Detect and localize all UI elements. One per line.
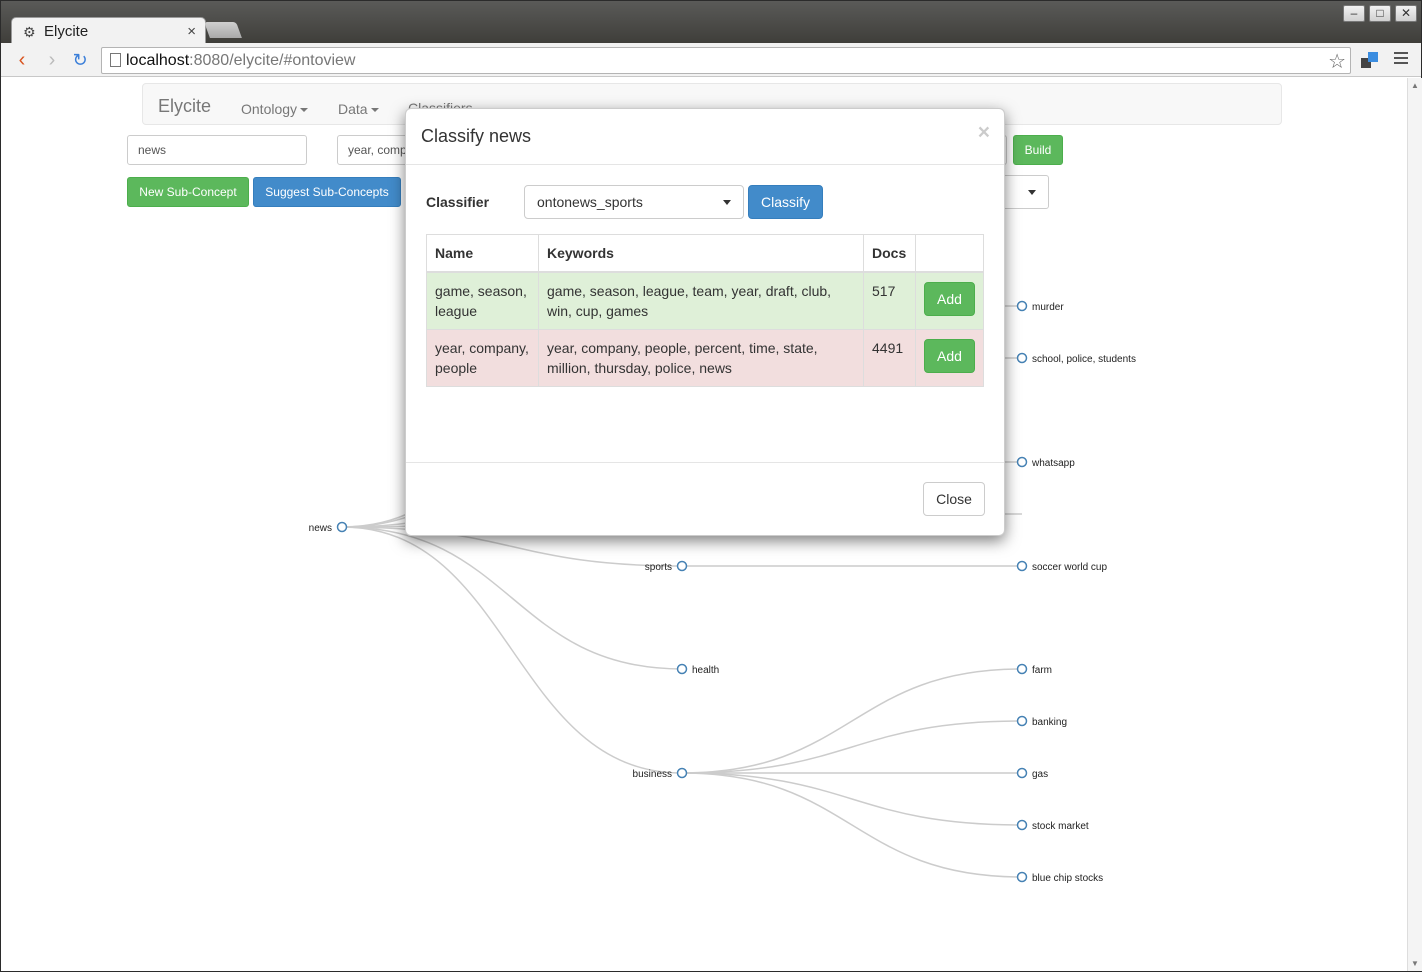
forward-icon[interactable]: ›: [40, 48, 64, 72]
new-tab-button[interactable]: [204, 22, 242, 38]
minimize-button[interactable]: –: [1343, 5, 1365, 22]
bookmark-star-icon[interactable]: ☆: [1328, 49, 1346, 74]
row-keywords: game, season, league, team, year, draft,…: [538, 271, 864, 330]
column-header-action: [915, 234, 984, 273]
scroll-up-icon[interactable]: ▲: [1411, 81, 1419, 90]
tab-favicon-icon: ⚙: [23, 24, 36, 40]
browser-window: ⚙ Elycite × – □ ✕ ‹ › ↻ localhost:8080/e…: [0, 0, 1422, 972]
url-path: :8080/elycite/#ontoview: [189, 52, 356, 69]
table-row: year, company, people year, company, peo…: [426, 329, 984, 387]
tab-title: Elycite: [44, 23, 89, 40]
classifier-label: Classifier: [426, 194, 490, 210]
classify-button[interactable]: Classify: [748, 185, 823, 219]
table-row: game, season, league game, season, leagu…: [426, 271, 984, 330]
page-viewport: news sports health business murder school, po…: [1, 78, 1407, 971]
tab-close-icon[interactable]: ×: [187, 23, 196, 40]
row-action-cell: Add: [915, 271, 984, 330]
page-icon: [110, 53, 121, 67]
row-keywords: year, company, people, percent, time, st…: [538, 329, 864, 387]
row-action-cell: Add: [915, 329, 984, 387]
back-icon[interactable]: ‹: [10, 48, 34, 72]
extension-icon[interactable]: [1361, 52, 1378, 69]
title-bar: ⚙ Elycite × – □ ✕: [1, 1, 1421, 44]
address-bar[interactable]: localhost:8080/elycite/#ontoview ☆: [101, 47, 1351, 74]
row-name: year, company, people: [426, 329, 539, 387]
modal-title: Classify news: [421, 126, 532, 146]
url-host: localhost: [126, 52, 190, 69]
browser-toolbar: ‹ › ↻ localhost:8080/elycite/#ontoview ☆: [1, 43, 1421, 77]
row-docs: 4491: [863, 329, 916, 387]
modal-close-icon[interactable]: ×: [978, 121, 990, 145]
menu-icon[interactable]: [1394, 52, 1408, 66]
caret-down-icon: [723, 200, 731, 205]
maximize-button[interactable]: □: [1369, 5, 1391, 22]
close-window-button[interactable]: ✕: [1395, 5, 1417, 22]
modal-footer: Close: [406, 462, 1004, 536]
modal-header: Classify news ×: [406, 109, 1004, 165]
column-header-docs: Docs: [863, 234, 916, 273]
column-header-name: Name: [426, 234, 539, 273]
classify-modal: Classify news × Classifier ontonews_spor…: [405, 108, 1005, 536]
add-button[interactable]: Add: [924, 339, 975, 373]
reload-icon[interactable]: ↻: [68, 48, 92, 72]
row-docs: 517: [863, 271, 916, 330]
classifier-select[interactable]: ontonews_sports: [524, 185, 744, 219]
column-header-keywords: Keywords: [538, 234, 864, 273]
table-header-row: Name Keywords Docs: [426, 234, 984, 273]
results-table: Name Keywords Docs game, season, league …: [426, 234, 984, 387]
browser-tab[interactable]: ⚙ Elycite ×: [11, 17, 206, 44]
row-name: game, season, league: [426, 271, 539, 330]
close-button[interactable]: Close: [923, 482, 985, 516]
add-button[interactable]: Add: [924, 282, 975, 316]
scroll-down-icon[interactable]: ▼: [1411, 959, 1419, 968]
classifier-selected-value: ontonews_sports: [537, 194, 643, 210]
page-scrollbar[interactable]: ▲ ▼: [1407, 78, 1422, 971]
